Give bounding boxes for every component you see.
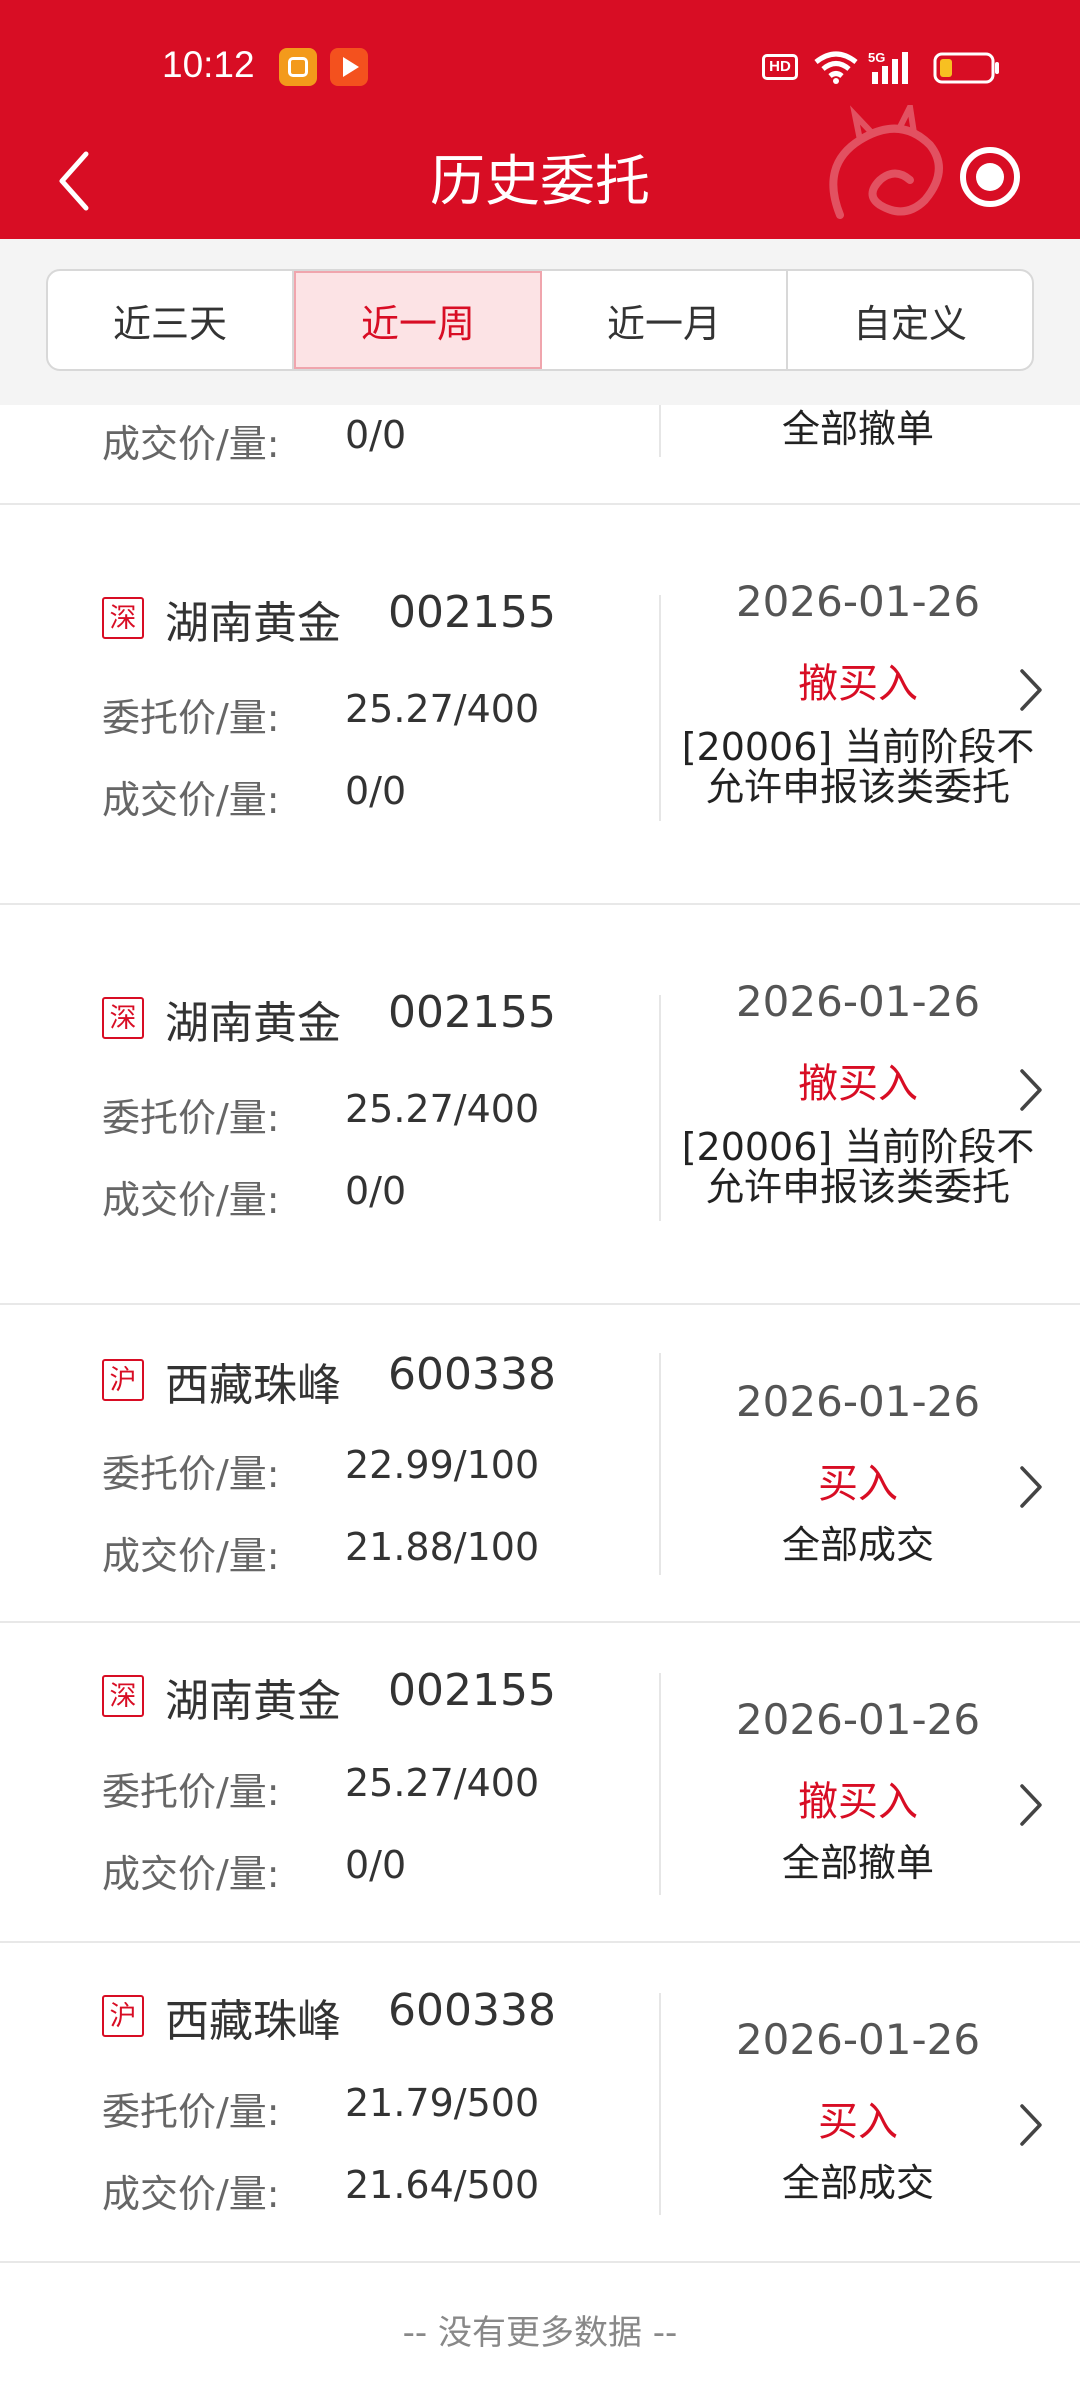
- order-row[interactable]: 沪 西藏珠峰 600338 委托价/量: 22.99/100 成交价/量: 21…: [0, 1305, 1080, 1623]
- order-action: 撤买入: [798, 1061, 918, 1107]
- deal-value: 21.64/500: [345, 2163, 540, 2207]
- deal-label: 成交价/量:: [102, 1534, 280, 1578]
- hd-icon: HD: [762, 54, 798, 80]
- market-badge: 深: [102, 1675, 144, 1717]
- order-action: 撤买入: [798, 1779, 918, 1825]
- order-status: [20006] 当前阶段不允许申报该类委托: [681, 725, 1035, 809]
- order-value: 25.27/400: [345, 1761, 540, 1805]
- stock-code: 002155: [388, 987, 556, 1038]
- order-value: 25.27/400: [345, 687, 540, 731]
- order-label: 委托价/量:: [102, 1452, 280, 1496]
- chevron-right-icon[interactable]: [1016, 665, 1046, 715]
- order-row[interactable]: 深 湖南黄金 002155 委托价/量: 25.27/400 成交价/量: 0/…: [0, 1623, 1080, 1943]
- stock-code: 600338: [388, 1349, 556, 1400]
- tab-custom[interactable]: 自定义: [788, 271, 1032, 369]
- row-divider: [659, 1993, 661, 2215]
- order-action: 撤买入: [798, 661, 918, 707]
- order-label: 委托价/量:: [102, 1096, 280, 1140]
- row-divider: [659, 1673, 661, 1895]
- stock-name: 湖南黄金: [165, 998, 341, 1049]
- filter-bar: 近三天 近一周 近一月 自定义: [0, 239, 1080, 405]
- order-label: 委托价/量:: [102, 696, 280, 740]
- top-bar: 10:12 HD 5G 历史委托: [0, 0, 1080, 239]
- order-status: 全部撤单: [781, 1841, 934, 1885]
- record-icon[interactable]: [958, 145, 1022, 209]
- order-status: 全部撤单: [781, 407, 934, 451]
- order-status: [20006] 当前阶段不允许申报该类委托: [681, 1125, 1035, 1209]
- deal-value: 21.88/100: [345, 1525, 540, 1569]
- stock-code: 002155: [388, 587, 556, 638]
- signal-icon: 5G: [868, 50, 908, 84]
- chevron-right-icon[interactable]: [1016, 2100, 1046, 2150]
- order-date: 2026-01-26: [735, 577, 981, 626]
- chevron-right-icon[interactable]: [1016, 1065, 1046, 1115]
- tab-one-month[interactable]: 近一月: [542, 271, 788, 369]
- no-more-data-text: -- 没有更多数据 --: [402, 2313, 678, 2353]
- deal-label: 成交价/量:: [102, 1852, 280, 1896]
- order-date: 2026-01-26: [735, 1377, 981, 1426]
- order-row[interactable]: 沪 西藏珠峰 600338 委托价/量: 21.79/500 成交价/量: 21…: [0, 1943, 1080, 2263]
- row-divider: [659, 595, 661, 821]
- stock-name: 西藏珠峰: [165, 1360, 341, 1411]
- row-divider: [659, 405, 661, 457]
- dragon-watermark-icon: [829, 105, 943, 219]
- market-badge: 沪: [102, 1995, 144, 2037]
- tab-one-week[interactable]: 近一周: [294, 271, 542, 369]
- order-row-partial[interactable]: 成交价/量: 0/0 全部撤单: [0, 405, 1080, 505]
- deal-label: 成交价/量:: [102, 1178, 280, 1222]
- chevron-right-icon[interactable]: [1016, 1780, 1046, 1830]
- stock-name: 湖南黄金: [165, 598, 341, 649]
- deal-value: 0/0: [345, 1843, 407, 1887]
- row-divider: [659, 1353, 661, 1575]
- order-value: 22.99/100: [345, 1443, 540, 1487]
- deal-label: 成交价/量:: [102, 778, 280, 822]
- order-row[interactable]: 深 湖南黄金 002155 委托价/量: 25.27/400 成交价/量: 0/…: [0, 905, 1080, 1305]
- chevron-right-icon[interactable]: [1016, 1462, 1046, 1512]
- deal-value: 0/0: [345, 413, 407, 457]
- deal-label: 成交价/量:: [102, 422, 280, 466]
- order-row[interactable]: 深 湖南黄金 002155 委托价/量: 25.27/400 成交价/量: 0/…: [0, 505, 1080, 905]
- order-status: 全部成交: [781, 2161, 934, 2205]
- deal-label: 成交价/量:: [102, 2172, 280, 2216]
- order-action: 买入: [818, 2099, 898, 2145]
- row-divider: [659, 995, 661, 1221]
- order-date: 2026-01-26: [735, 1695, 981, 1744]
- notification-app-icon: [279, 48, 317, 86]
- deal-value: 0/0: [345, 769, 407, 813]
- order-date: 2026-01-26: [735, 2015, 981, 2064]
- period-tabs: 近三天 近一周 近一月 自定义: [46, 269, 1034, 371]
- market-badge: 深: [102, 597, 144, 639]
- stock-name: 湖南黄金: [165, 1676, 341, 1727]
- status-time: 10:12: [162, 44, 255, 85]
- market-badge: 深: [102, 997, 144, 1039]
- order-label: 委托价/量:: [102, 2090, 280, 2134]
- nav-bar: 历史委托: [0, 105, 1080, 239]
- svg-text:5G: 5G: [868, 50, 885, 65]
- order-date: 2026-01-26: [735, 977, 981, 1026]
- wifi-icon: [814, 51, 858, 84]
- order-value: 25.27/400: [345, 1087, 540, 1131]
- order-label: 委托价/量:: [102, 1770, 280, 1814]
- battery-icon: [933, 52, 999, 84]
- market-badge: 沪: [102, 1359, 144, 1401]
- stock-code: 600338: [388, 1985, 556, 2036]
- stock-code: 002155: [388, 1665, 556, 1716]
- video-app-icon: [330, 48, 368, 86]
- order-action: 买入: [818, 1461, 898, 1507]
- order-value: 21.79/500: [345, 2081, 540, 2125]
- deal-value: 0/0: [345, 1169, 407, 1213]
- order-status: 全部成交: [781, 1523, 934, 1567]
- tab-three-days[interactable]: 近三天: [48, 271, 294, 369]
- stock-name: 西藏珠峰: [165, 1996, 341, 2047]
